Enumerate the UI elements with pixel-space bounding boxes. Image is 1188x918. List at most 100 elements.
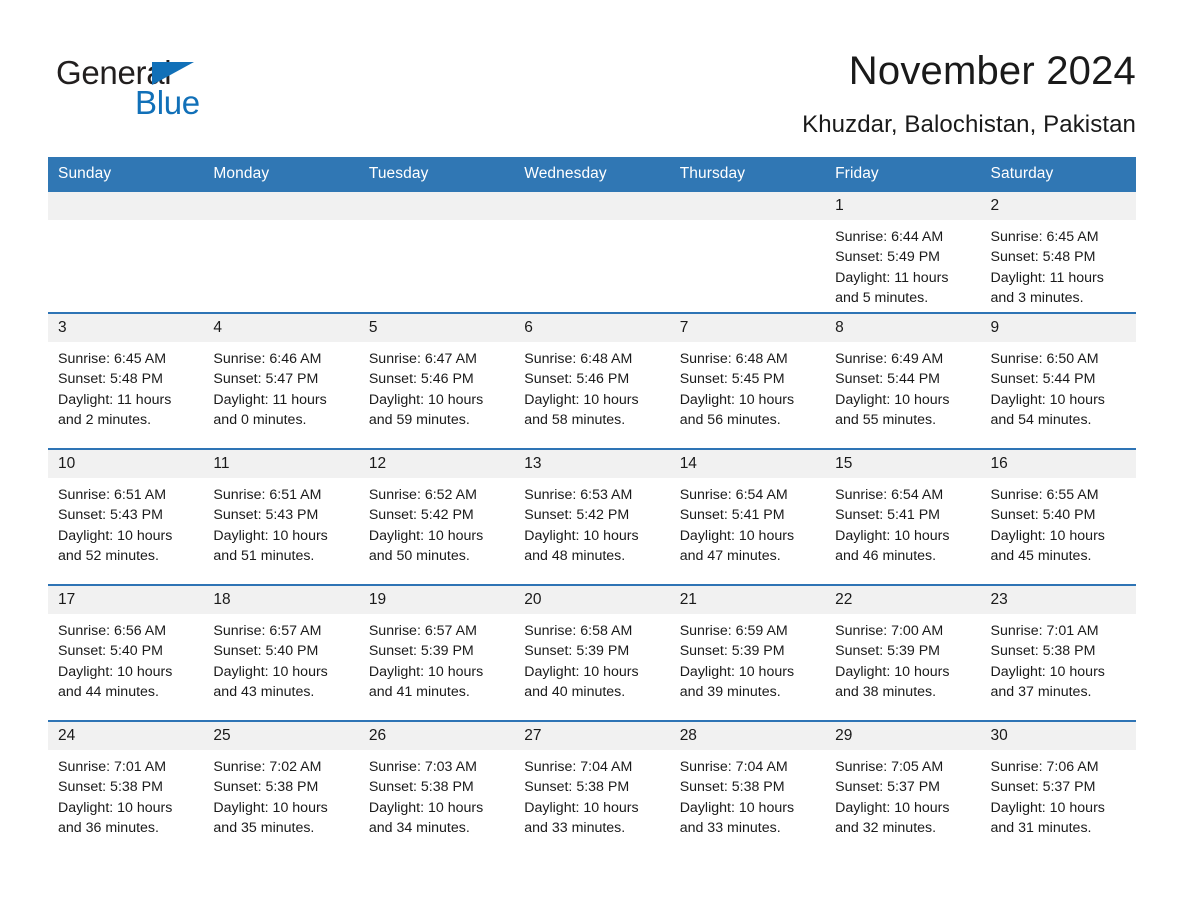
sunrise-text: Sunrise: 6:57 AM: [368, 623, 477, 640]
daylight-text: Daylight: 10 hours and 31 minutes.: [990, 799, 1105, 836]
day-sun-info: Sunrise: 6:44 AM Sunset: 5:49 PM Daylight:…: [825, 220, 980, 308]
day-number: 7: [669, 314, 826, 343]
calendar-day-cell[interactable]: 26 Sunrise: 7:03 AM Sunset: 5:38 PM Dayligh…: [358, 721, 515, 857]
calendar-day-cell[interactable]: 28 Sunrise: 7:04 AM Sunset: 5:38 PM Dayligh…: [669, 721, 826, 857]
day-number: 8: [825, 314, 981, 343]
daylight-text: Daylight: 10 hours and 50 minutes.: [368, 527, 484, 564]
sunset-text: Sunset: 5:44 PM: [835, 371, 940, 388]
calendar-day-cell[interactable]: 22 Sunrise: 7:00 AM Sunset: 5:39 PM Dayligh…: [825, 585, 981, 722]
sunrise-text: Sunrise: 6:53 AM: [524, 487, 633, 504]
calendar-day-cell[interactable]: 17 Sunrise: 6:56 AM Sunset: 5:40 PM Dayligh…: [48, 585, 204, 722]
calendar-day-cell[interactable]: 24 Sunrise: 7:01 AM Sunset: 5:38 PM Dayligh…: [48, 721, 204, 857]
day-number: 5: [358, 314, 515, 343]
sunrise-text: Sunrise: 7:02 AM: [213, 759, 322, 776]
calendar-day-cell[interactable]: 25 Sunrise: 7:02 AM Sunset: 5:38 PM Dayligh…: [203, 721, 359, 857]
sunrise-text: Sunrise: 6:55 AM: [990, 487, 1099, 504]
sunset-text: Sunset: 5:49 PM: [835, 249, 940, 266]
daylight-text: Daylight: 10 hours and 55 minutes.: [835, 391, 950, 428]
day-sun-info: Sunrise: 6:45 AM Sunset: 5:48 PM Daylight:…: [981, 220, 1136, 308]
sunrise-text: Sunrise: 6:46 AM: [213, 351, 322, 368]
weekday-header-friday: Friday: [825, 157, 981, 193]
sunrise-text: Sunrise: 7:05 AM: [835, 759, 944, 776]
calendar-body: 1 Sunrise: 6:44 AM Sunset: 5:49 PM Daylight…: [48, 192, 1136, 857]
calendar-day-cell-empty: [669, 192, 826, 314]
calendar-day-cell[interactable]: 5 Sunrise: 6:47 AM Sunset: 5:46 PM Daylight…: [358, 313, 515, 450]
day-number: 21: [669, 586, 826, 615]
sunset-text: Sunset: 5:46 PM: [368, 371, 474, 388]
weekday-header-monday: Monday: [203, 157, 359, 193]
calendar-day-cell[interactable]: 3 Sunrise: 6:45 AM Sunset: 5:48 PM Daylight…: [48, 313, 204, 450]
calendar-day-cell-empty: [48, 192, 204, 314]
day-sun-info: Sunrise: 7:04 AM Sunset: 5:38 PM Daylight:…: [670, 750, 825, 838]
calendar-day-cell[interactable]: 30 Sunrise: 7:06 AM Sunset: 5:37 PM Dayligh…: [980, 721, 1136, 857]
location-subtitle: Khuzdar, Balochistan, Pakistan: [802, 111, 1136, 138]
sunrise-text: Sunrise: 6:48 AM: [524, 351, 633, 368]
calendar-day-cell[interactable]: 2 Sunrise: 6:45 AM Sunset: 5:48 PM Daylight…: [980, 192, 1136, 314]
calendar-day-cell[interactable]: 19 Sunrise: 6:57 AM Sunset: 5:39 PM Dayligh…: [358, 585, 515, 722]
calendar-day-cell[interactable]: 7 Sunrise: 6:48 AM Sunset: 5:45 PM Daylight…: [669, 313, 826, 450]
day-number: 13: [514, 450, 670, 479]
sunset-text: Sunset: 5:48 PM: [990, 249, 1096, 266]
sunrise-text: Sunrise: 6:45 AM: [990, 229, 1099, 246]
daylight-text: Daylight: 10 hours and 34 minutes.: [368, 799, 484, 836]
calendar-day-cell[interactable]: 18 Sunrise: 6:57 AM Sunset: 5:40 PM Dayligh…: [203, 585, 359, 722]
day-number: 3: [48, 314, 204, 343]
sunrise-text: Sunrise: 7:00 AM: [835, 623, 944, 640]
sunrise-text: Sunrise: 7:04 AM: [679, 759, 788, 776]
sunrise-text: Sunrise: 7:01 AM: [990, 623, 1099, 640]
sunrise-text: Sunrise: 6:56 AM: [58, 623, 167, 640]
daylight-text: Daylight: 10 hours and 51 minutes.: [213, 527, 328, 564]
day-number: 27: [514, 722, 670, 751]
day-sun-info: Sunrise: 6:50 AM Sunset: 5:44 PM Daylight:…: [981, 342, 1136, 430]
calendar-day-cell[interactable]: 8 Sunrise: 6:49 AM Sunset: 5:44 PM Daylight…: [825, 313, 981, 450]
daylight-text: Daylight: 11 hours and 3 minutes.: [990, 269, 1104, 306]
calendar-day-cell[interactable]: 4 Sunrise: 6:46 AM Sunset: 5:47 PM Daylight…: [203, 313, 359, 450]
sunset-text: Sunset: 5:37 PM: [835, 779, 940, 796]
calendar-day-cell[interactable]: 1 Sunrise: 6:44 AM Sunset: 5:49 PM Daylight…: [825, 192, 981, 314]
day-sun-info: Sunrise: 6:54 AM Sunset: 5:41 PM Daylight:…: [670, 478, 825, 566]
calendar-day-cell[interactable]: 11 Sunrise: 6:51 AM Sunset: 5:43 PM Dayligh…: [203, 449, 359, 586]
day-number: 12: [358, 450, 515, 479]
day-number: 25: [203, 722, 359, 751]
daylight-text: Daylight: 10 hours and 32 minutes.: [835, 799, 950, 836]
day-sun-info: Sunrise: 6:49 AM Sunset: 5:44 PM Daylight:…: [825, 342, 980, 430]
calendar-week-row: 3 Sunrise: 6:45 AM Sunset: 5:48 PM Daylight…: [48, 313, 1136, 450]
calendar-day-cell[interactable]: 20 Sunrise: 6:58 AM Sunset: 5:39 PM Dayligh…: [514, 585, 670, 722]
calendar-day-cell[interactable]: 14 Sunrise: 6:54 AM Sunset: 5:41 PM Dayligh…: [669, 449, 826, 586]
calendar-day-cell[interactable]: 16 Sunrise: 6:55 AM Sunset: 5:40 PM Dayligh…: [980, 449, 1136, 586]
sunset-text: Sunset: 5:42 PM: [368, 507, 474, 524]
calendar-day-cell[interactable]: 9 Sunrise: 6:50 AM Sunset: 5:44 PM Daylight…: [980, 313, 1136, 450]
sunset-text: Sunset: 5:37 PM: [990, 779, 1096, 796]
sunset-text: Sunset: 5:39 PM: [524, 643, 630, 660]
sunrise-text: Sunrise: 6:50 AM: [990, 351, 1099, 368]
day-number: 29: [825, 722, 981, 751]
day-number: 2: [980, 192, 1136, 221]
sunrise-text: Sunrise: 7:06 AM: [990, 759, 1099, 776]
daylight-text: Daylight: 11 hours and 0 minutes.: [213, 391, 327, 428]
daylight-text: Daylight: 10 hours and 41 minutes.: [368, 663, 484, 700]
calendar-day-cell[interactable]: 23 Sunrise: 7:01 AM Sunset: 5:38 PM Dayligh…: [980, 585, 1136, 722]
calendar-day-cell[interactable]: 13 Sunrise: 6:53 AM Sunset: 5:42 PM Dayligh…: [514, 449, 670, 586]
calendar-day-cell[interactable]: 12 Sunrise: 6:52 AM Sunset: 5:42 PM Dayligh…: [358, 449, 515, 586]
day-number: 11: [203, 450, 359, 479]
calendar-week-row: 10 Sunrise: 6:51 AM Sunset: 5:43 PM Dayligh…: [48, 449, 1136, 586]
calendar-day-cell[interactable]: 10 Sunrise: 6:51 AM Sunset: 5:43 PM Dayligh…: [48, 449, 204, 586]
sunset-text: Sunset: 5:40 PM: [58, 643, 163, 660]
day-number: 19: [358, 586, 515, 615]
calendar-day-cell[interactable]: 21 Sunrise: 6:59 AM Sunset: 5:39 PM Dayligh…: [669, 585, 826, 722]
sunset-text: Sunset: 5:47 PM: [213, 371, 319, 388]
logo-text-blue: Blue: [135, 84, 200, 121]
daylight-text: Daylight: 11 hours and 5 minutes.: [835, 269, 949, 306]
sunset-text: Sunset: 5:38 PM: [990, 643, 1096, 660]
sunset-text: Sunset: 5:45 PM: [679, 371, 785, 388]
calendar-day-cell[interactable]: 15 Sunrise: 6:54 AM Sunset: 5:41 PM Dayligh…: [825, 449, 981, 586]
calendar-day-cell[interactable]: 27 Sunrise: 7:04 AM Sunset: 5:38 PM Dayligh…: [514, 721, 670, 857]
calendar-day-cell[interactable]: 29 Sunrise: 7:05 AM Sunset: 5:37 PM Dayligh…: [825, 721, 981, 857]
weekday-header-saturday: Saturday: [980, 157, 1136, 193]
calendar-day-cell[interactable]: 6 Sunrise: 6:48 AM Sunset: 5:46 PM Daylight…: [514, 313, 670, 450]
daylight-text: Daylight: 10 hours and 58 minutes.: [524, 391, 639, 428]
title-block: November 2024 Khuzdar, Balochistan, Paki…: [802, 48, 1136, 137]
weekday-header-sunday: Sunday: [48, 157, 204, 193]
weekday-header-thursday: Thursday: [669, 157, 826, 193]
day-sun-info: Sunrise: 6:51 AM Sunset: 5:43 PM Daylight:…: [203, 478, 358, 566]
